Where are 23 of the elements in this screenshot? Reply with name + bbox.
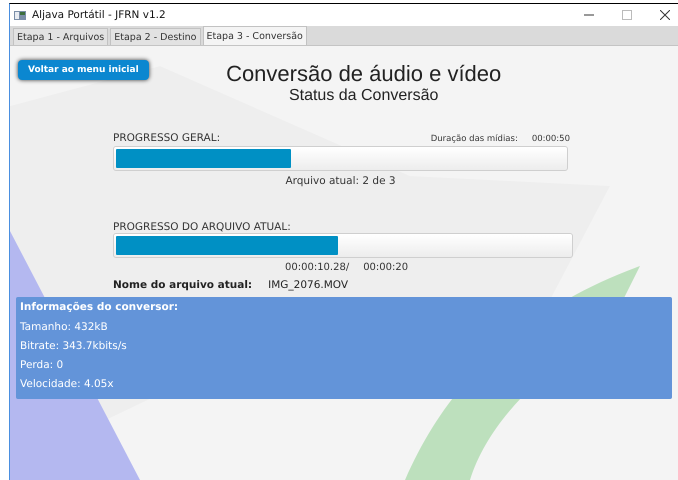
close-icon[interactable] xyxy=(660,10,670,20)
file-name: IMG_2076.MOV xyxy=(268,279,348,291)
info-line: Velocidade: 4.05x xyxy=(20,378,115,392)
window-title: Aljava Portátil - JFRN v1.2 xyxy=(32,9,166,21)
tab[interactable]: Etapa 1 - Arquivos xyxy=(13,28,108,45)
duration-label: Duração das mídias: xyxy=(430,134,518,144)
section-label: PROGRESSO GERAL: xyxy=(113,132,220,144)
info-line: Bitrate: 343.7kbits/s xyxy=(20,340,128,354)
tab[interactable]: Etapa 3 - Conversão xyxy=(202,26,307,45)
elapsed-time: 00:00:10.28/ xyxy=(285,262,350,273)
info-heading: Informações do conversor: xyxy=(20,301,180,315)
page-title: Conversão de áudio e vídeo xyxy=(225,61,502,87)
info-line: Tamanho: 432kB xyxy=(20,321,109,335)
file-name-label: Nome do arquivo atual: xyxy=(113,279,252,291)
app-icon xyxy=(14,10,26,20)
info-line: Perda: 0 xyxy=(20,359,64,373)
back-button[interactable]: Voltar ao menu inicial xyxy=(18,60,149,80)
section-label: PROGRESSO DO ARQUIVO ATUAL: xyxy=(113,221,291,233)
tab[interactable]: Etapa 2 - Destino xyxy=(110,28,200,45)
total-time: 00:00:20 xyxy=(363,262,408,273)
page-subtitle: Status da Conversão xyxy=(288,87,440,105)
current-file-count: Arquivo atual: 2 de 3 xyxy=(284,175,397,187)
duration-value: 00:00:50 xyxy=(532,134,570,144)
